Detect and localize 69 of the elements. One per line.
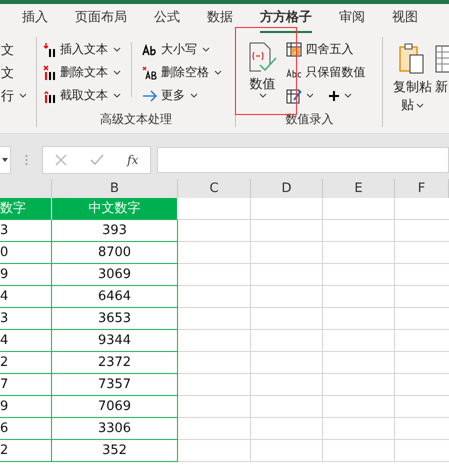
cancel-icon [54, 154, 67, 166]
table-cell: 3306 [52, 418, 178, 440]
ribbon-button[interactable]: 删除空格 [142, 61, 222, 84]
formula-input[interactable] [157, 147, 449, 173]
column-header[interactable]: B [52, 179, 178, 198]
ribbon-button[interactable]: 截取文本 [42, 84, 121, 107]
ribbon-tab[interactable]: 插入 [22, 4, 48, 33]
ribbon-button[interactable]: 行 [1, 84, 36, 107]
sheet-icon [435, 43, 449, 75]
table-cell: 6 [0, 418, 52, 440]
delete-space-icon [142, 66, 158, 80]
column-header[interactable]: D [251, 179, 323, 198]
ribbon-tab[interactable]: 视图 [392, 4, 418, 33]
table-cell: 7069 [52, 396, 178, 418]
ribbon-button[interactable]: 更多 [142, 84, 222, 107]
grip-icon [25, 154, 28, 166]
name-box[interactable] [0, 146, 11, 174]
ribbon-button[interactable]: 文 [1, 38, 36, 61]
table-cell: 2 [0, 440, 52, 462]
insert-text-icon [42, 42, 57, 58]
column-header[interactable]: E [323, 179, 395, 198]
table-cell: 352 [52, 440, 178, 462]
table-cell: 3653 [52, 308, 178, 330]
ribbon-button[interactable]: 四舍五入 [286, 38, 366, 61]
table-cell: 2 [0, 352, 52, 374]
table-cell: 4 [0, 286, 52, 308]
table-cell: 8700 [52, 242, 178, 264]
ribbon-tab[interactable]: 数据 [207, 4, 233, 33]
table-pen-icon [286, 88, 302, 104]
clipboard-icon [399, 43, 426, 75]
ribbon-button[interactable]: 新 [435, 33, 449, 133]
table-cell: 4 [0, 330, 52, 352]
insert-function-button[interactable]: fx [127, 153, 138, 167]
delete-text-icon [42, 64, 57, 80]
ribbon-button[interactable]: 大小写 [142, 38, 222, 61]
arrow-icon [142, 90, 158, 102]
number-button[interactable]: 数值 [242, 38, 282, 111]
table-cell: 7 [0, 374, 52, 396]
ribbon-button[interactable]: 只保留数值 [286, 61, 366, 84]
table-cell: 9344 [52, 330, 178, 352]
table-cell: 393 [52, 220, 178, 242]
case-icon [142, 42, 158, 56]
ribbon-tab[interactable]: 审阅 [339, 4, 365, 33]
ribbon-button[interactable]: 文 [1, 61, 36, 84]
ribbon-tab[interactable]: 公式 [154, 4, 180, 33]
header-cell: 数字 [0, 198, 52, 220]
ribbon-tab[interactable]: 页面布局 [75, 4, 127, 33]
table-cell: 3 [0, 220, 52, 242]
caret-icon [2, 158, 8, 162]
table-cell: 3069 [52, 264, 178, 286]
table-cell: 3 [0, 308, 52, 330]
plus-icon [328, 90, 340, 102]
ribbon-button[interactable]: 删除文本 [42, 61, 121, 84]
abc-icon [286, 66, 302, 78]
table-cell: 0 [0, 242, 52, 264]
table-cell: 7357 [52, 374, 178, 396]
header-cell: 中文数字 [52, 198, 178, 220]
paste-button[interactable]: 复制粘 贴 [389, 33, 436, 133]
number-icon [247, 42, 278, 72]
ribbon-button[interactable]: 插入文本 [42, 38, 121, 61]
round-icon [286, 42, 302, 57]
table-cell: 2372 [52, 352, 178, 374]
table-cell: 9 [0, 264, 52, 286]
column-header[interactable]: C [178, 179, 251, 198]
group-label: 高级文本处理 [99, 111, 174, 128]
enter-icon [90, 154, 104, 166]
table-cell: 9 [0, 396, 52, 418]
table-cell: 6464 [52, 286, 178, 308]
column-header[interactable]: F [395, 179, 449, 198]
